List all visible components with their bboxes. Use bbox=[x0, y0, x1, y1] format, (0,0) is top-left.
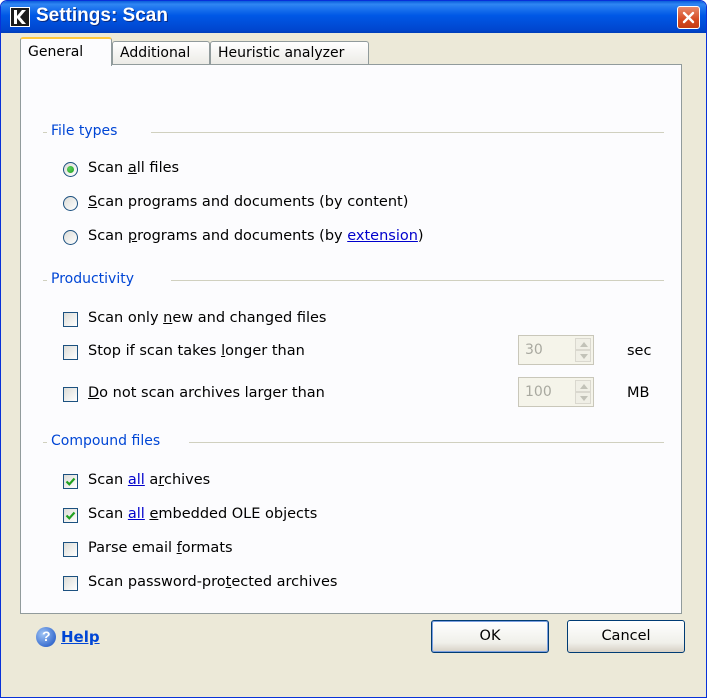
checkbox-label: Scan password-protected archives bbox=[88, 574, 338, 590]
radio-label: Scan programs and documents (by content) bbox=[88, 194, 409, 210]
checkbox-label: Stop if scan takes longer than bbox=[88, 343, 305, 359]
group-divider bbox=[189, 442, 664, 443]
arrow-up-icon bbox=[580, 342, 588, 347]
window-title: Settings: Scan bbox=[36, 5, 168, 26]
group-divider bbox=[171, 280, 664, 281]
checkbox[interactable] bbox=[63, 508, 78, 523]
all-link[interactable]: all bbox=[128, 506, 145, 522]
spinner-value: 100 bbox=[525, 384, 552, 400]
productivity-group-title: Productivity bbox=[47, 271, 138, 287]
radio-button[interactable] bbox=[63, 162, 78, 177]
ok-button[interactable]: OK bbox=[431, 620, 549, 653]
radio-button[interactable] bbox=[63, 196, 78, 211]
checkmark-icon bbox=[65, 511, 76, 520]
size-unit-label: MB bbox=[627, 385, 650, 401]
checkbox-label: Scan all archives bbox=[88, 472, 211, 488]
close-icon bbox=[682, 11, 695, 24]
settings-window: Settings: Scan General Additional Heuris… bbox=[0, 0, 707, 698]
checkbox[interactable] bbox=[63, 387, 78, 402]
cancel-button[interactable]: Cancel bbox=[567, 620, 685, 653]
all-link[interactable]: all bbox=[128, 472, 145, 488]
group-divider bbox=[151, 132, 664, 133]
spin-down-button bbox=[575, 392, 591, 404]
arrow-up-icon bbox=[580, 384, 588, 389]
checkbox[interactable] bbox=[63, 345, 78, 360]
spinner-value: 30 bbox=[525, 342, 543, 358]
extension-link[interactable]: extension bbox=[347, 228, 418, 244]
checkmark-icon bbox=[65, 477, 76, 486]
radio-label: Scan all files bbox=[88, 160, 180, 176]
help-label[interactable]: Help bbox=[61, 628, 100, 646]
compound-files-group-title: Compound files bbox=[47, 433, 165, 449]
checkbox-label: Parse email formats bbox=[88, 540, 233, 556]
checkbox[interactable] bbox=[63, 312, 78, 327]
radio-label: Scan programs and documents (by extensio… bbox=[88, 228, 424, 244]
kaspersky-logo-icon bbox=[10, 7, 30, 27]
spin-up-button bbox=[575, 338, 591, 350]
help-icon: ? bbox=[36, 627, 56, 647]
tab-additional[interactable]: Additional bbox=[112, 41, 210, 64]
general-tab-panel: File types Scan all files Scan programs … bbox=[20, 64, 682, 614]
checkbox-label: Scan all embedded OLE objects bbox=[88, 506, 318, 522]
arrow-down-icon bbox=[580, 354, 588, 359]
tab-heuristic-analyzer[interactable]: Heuristic analyzer bbox=[210, 41, 369, 64]
file-types-group-title: File types bbox=[47, 123, 122, 139]
stop-time-spinner: 30 bbox=[518, 335, 594, 365]
title-bar[interactable]: Settings: Scan bbox=[1, 1, 706, 33]
radio-button[interactable] bbox=[63, 230, 78, 245]
checkbox-label: Do not scan archives larger than bbox=[88, 385, 325, 401]
spin-up-button bbox=[575, 380, 591, 392]
arrow-down-icon bbox=[580, 396, 588, 401]
close-button[interactable] bbox=[677, 6, 700, 29]
checkbox-label: Scan only new and changed files bbox=[88, 310, 327, 326]
archive-size-spinner: 100 bbox=[518, 377, 594, 407]
tab-general[interactable]: General bbox=[20, 37, 112, 66]
checkbox[interactable] bbox=[63, 576, 78, 591]
spin-down-button bbox=[575, 350, 591, 362]
checkbox[interactable] bbox=[63, 542, 78, 557]
time-unit-label: sec bbox=[627, 343, 652, 359]
checkbox[interactable] bbox=[63, 474, 78, 489]
